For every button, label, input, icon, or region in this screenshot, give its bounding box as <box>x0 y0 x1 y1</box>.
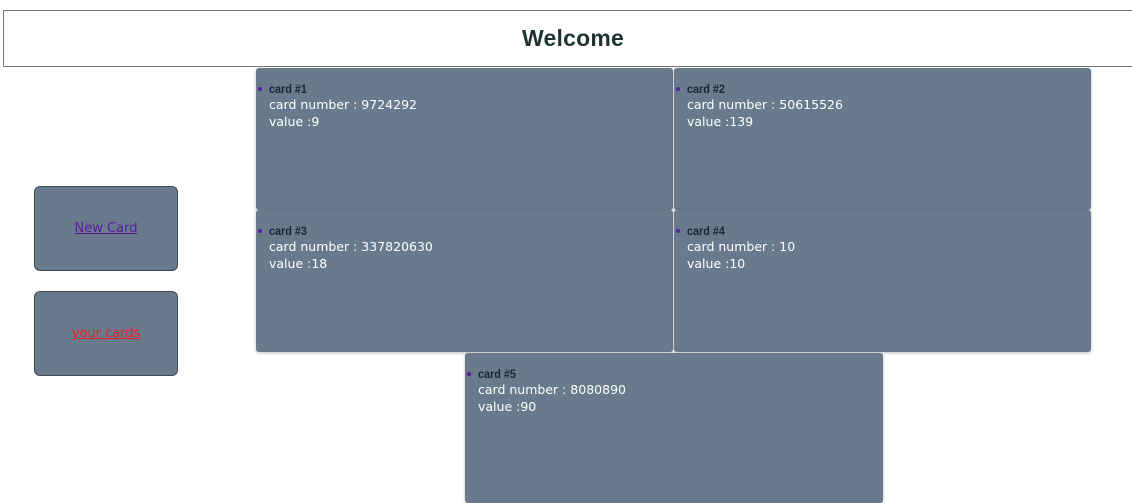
card-item: card #4 card number : 10 value :10 <box>674 210 1091 352</box>
page-title: Welcome <box>522 25 624 51</box>
card-item: card #2 card number : 50615526 value :13… <box>674 68 1091 210</box>
card-title: card #2 <box>687 82 725 96</box>
card-value: value :10 <box>687 256 746 271</box>
card-value: value :9 <box>269 114 320 129</box>
bullet-icon <box>467 372 471 376</box>
card-number: card number : 8080890 <box>478 382 626 397</box>
card-title: card #1 <box>269 82 307 96</box>
card-value: value :18 <box>269 256 328 271</box>
card-number: card number : 10 <box>687 239 796 254</box>
card-number: card number : 50615526 <box>687 97 843 112</box>
your-cards-link[interactable]: your cards <box>72 326 141 341</box>
card-value: value :139 <box>687 114 754 129</box>
card-item: card #5 card number : 8080890 value :90 <box>465 353 883 503</box>
card-item: card #3 card number : 337820630 value :1… <box>256 210 673 352</box>
page-header: Welcome <box>3 10 1132 67</box>
new-card-link[interactable]: New Card <box>75 221 138 236</box>
your-cards-button[interactable]: your cards <box>34 291 178 376</box>
card-item: card #1 card number : 9724292 value :9 <box>256 68 673 210</box>
bullet-icon <box>258 87 262 91</box>
new-card-button[interactable]: New Card <box>34 186 178 271</box>
card-value: value :90 <box>478 399 537 414</box>
card-number: card number : 9724292 <box>269 97 417 112</box>
card-title: card #4 <box>687 224 725 238</box>
bullet-icon <box>676 229 680 233</box>
card-title: card #3 <box>269 224 307 238</box>
bullet-icon <box>258 229 262 233</box>
card-number: card number : 337820630 <box>269 239 433 254</box>
bullet-icon <box>676 87 680 91</box>
card-title: card #5 <box>478 367 516 381</box>
